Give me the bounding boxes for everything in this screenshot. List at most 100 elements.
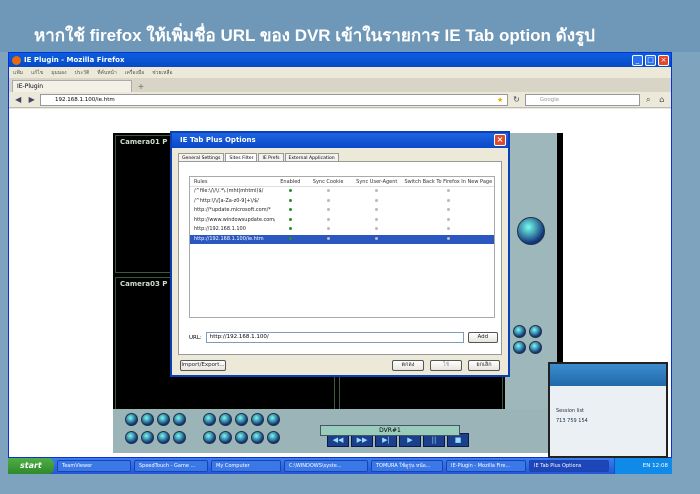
dvr-button[interactable] (235, 413, 248, 426)
sync-cookie-icon[interactable] (326, 208, 330, 211)
ok-button[interactable]: ตกลง (392, 360, 424, 371)
search-input[interactable]: Google (524, 93, 641, 106)
import-export-button[interactable]: Import/Export... (180, 360, 226, 371)
switch-back-icon[interactable] (446, 227, 450, 230)
rule-text: /^file:\/\/\/.*\.(mht|mhtml)$/ (194, 188, 264, 194)
dvr-button[interactable] (141, 431, 154, 444)
session-list-label[interactable]: Session list (550, 406, 666, 416)
col-rules[interactable]: Rules (190, 177, 275, 186)
task-my-computer[interactable]: My Computer (211, 460, 281, 472)
task-windows-system[interactable]: C:\WINDOWS\syste... (284, 460, 368, 472)
dvr-button[interactable] (251, 431, 264, 444)
task-ie-tab-options[interactable]: IE Tab Plus Options (529, 460, 609, 472)
new-tab-button[interactable]: + (135, 82, 147, 92)
switch-back-icon[interactable] (446, 189, 450, 192)
home-icon[interactable]: ⌂ (657, 94, 668, 105)
dvr-button[interactable] (529, 341, 542, 354)
switch-back-icon[interactable] (446, 236, 450, 240)
sync-user-agent-icon[interactable] (375, 198, 379, 202)
enabled-check-icon[interactable] (288, 236, 292, 240)
sync-user-agent-icon[interactable] (375, 236, 379, 240)
bookmark-star-icon[interactable]: ★ (497, 95, 503, 105)
sync-user-agent-icon[interactable] (375, 227, 379, 230)
sync-cookie-icon[interactable] (326, 236, 330, 240)
forward-icon[interactable]: ▶ (27, 94, 38, 105)
sync-cookie-icon[interactable] (326, 227, 330, 230)
table-row-selected[interactable]: http://192.168.1.100/ie.htm (190, 234, 494, 244)
dvr-button[interactable] (267, 431, 280, 444)
dvr-button[interactable] (203, 431, 216, 444)
table-row[interactable]: http://192.168.1.100 (190, 225, 494, 235)
tab-ie-plugin[interactable]: IE-Plugin (12, 80, 132, 92)
enabled-check-icon[interactable] (288, 208, 292, 211)
menu-help[interactable]: ช่วยเหลือ (152, 69, 172, 77)
enabled-check-icon[interactable] (288, 198, 292, 202)
rules-table: Rules Enabled Sync Cookie Sync User-Agen… (189, 176, 495, 318)
dvr-button[interactable] (267, 413, 280, 426)
menu-view[interactable]: มุมมอง (51, 69, 66, 77)
minimize-button[interactable]: _ (632, 54, 643, 66)
enabled-check-icon[interactable] (288, 217, 292, 221)
sync-user-agent-icon[interactable] (375, 189, 379, 192)
sync-cookie-icon[interactable] (326, 189, 330, 192)
dvr-button[interactable] (235, 431, 248, 444)
dvr-button[interactable] (173, 413, 186, 426)
col-sync-cookie[interactable]: Sync Cookie (305, 177, 351, 186)
dvr-button[interactable] (513, 341, 526, 354)
dvr-button[interactable] (219, 431, 232, 444)
dvr-button[interactable] (219, 413, 232, 426)
menu-history[interactable]: ประวัติ (75, 69, 90, 77)
table-row[interactable]: http://*update.microsoft.com/* (190, 206, 494, 216)
menu-file[interactable]: แฟ้ม (13, 69, 23, 77)
dvr-button[interactable] (529, 325, 542, 338)
sync-cookie-icon[interactable] (326, 198, 330, 202)
enabled-check-icon[interactable] (288, 227, 292, 230)
task-tomura[interactable]: TOMURA ใช้ดูรุ่น หน้อ... (371, 460, 443, 472)
language-indicator[interactable]: EN (643, 463, 651, 469)
menu-bookmarks[interactable]: ที่คั่นหน้า (97, 69, 117, 77)
sync-cookie-icon[interactable] (326, 217, 330, 221)
system-tray: EN 12:08 (614, 458, 672, 474)
menu-edit[interactable]: แก้ไข (31, 69, 43, 77)
dvr-button[interactable] (173, 431, 186, 444)
task-speedtouch[interactable]: SpeedTouch - Game ... (134, 460, 208, 472)
maximize-button[interactable]: □ (645, 54, 656, 66)
col-enabled[interactable]: Enabled (275, 177, 305, 186)
cancel-button[interactable]: ยกเลิก (468, 360, 500, 371)
dvr-button[interactable] (251, 413, 264, 426)
dvr-button[interactable] (157, 413, 170, 426)
ptz-joystick[interactable] (517, 217, 545, 245)
apply-button[interactable]: ใช้ (430, 360, 462, 371)
switch-back-icon[interactable] (446, 217, 450, 221)
task-firefox[interactable]: IE-Plugin - Mozilla Fire... (446, 460, 526, 472)
url-bar[interactable]: 192.168.1.100/ie.htm ★ (40, 93, 509, 106)
url-field[interactable]: http://192.168.1.100/ (205, 332, 464, 343)
enabled-check-icon[interactable] (288, 189, 292, 192)
reload-icon[interactable]: ↻ (511, 94, 522, 105)
col-switch-back[interactable]: Switch Back To Firefox In New Page (403, 177, 494, 186)
close-button[interactable]: × (658, 54, 669, 66)
task-teamviewer[interactable]: TeamViewer (57, 460, 131, 472)
add-button[interactable]: Add (467, 332, 498, 343)
switch-back-icon[interactable] (446, 208, 450, 211)
switch-back-icon[interactable] (446, 198, 450, 202)
table-row[interactable]: http://www.windowsupdate.com/* (190, 216, 494, 226)
sync-user-agent-icon[interactable] (375, 217, 379, 221)
search-icon[interactable]: ⌕ (643, 94, 654, 105)
table-row[interactable]: /^file:\/\/\/.*\.(mht|mhtml)$/ (190, 187, 494, 197)
dvr-button[interactable] (141, 413, 154, 426)
start-button[interactable]: start (8, 458, 54, 474)
teamviewer-panel: Session list 713 759 154 (548, 362, 668, 458)
dvr-button[interactable] (203, 413, 216, 426)
table-row[interactable]: /^http:\/\/[a-Za-z0-9]+\/$/ (190, 197, 494, 207)
nav-bar: ◀ ▶ 192.168.1.100/ie.htm ★ ↻ Google ⌕ ⌂ (9, 92, 671, 108)
col-sync-user-agent[interactable]: Sync User-Agent (351, 177, 403, 186)
dvr-button[interactable] (125, 413, 138, 426)
back-icon[interactable]: ◀ (13, 94, 24, 105)
dialog-close-button[interactable]: × (494, 134, 506, 146)
menu-tools[interactable]: เครื่องมือ (125, 69, 144, 77)
dvr-button[interactable] (157, 431, 170, 444)
dvr-button[interactable] (513, 325, 526, 338)
dvr-button[interactable] (125, 431, 138, 444)
sync-user-agent-icon[interactable] (375, 208, 379, 211)
